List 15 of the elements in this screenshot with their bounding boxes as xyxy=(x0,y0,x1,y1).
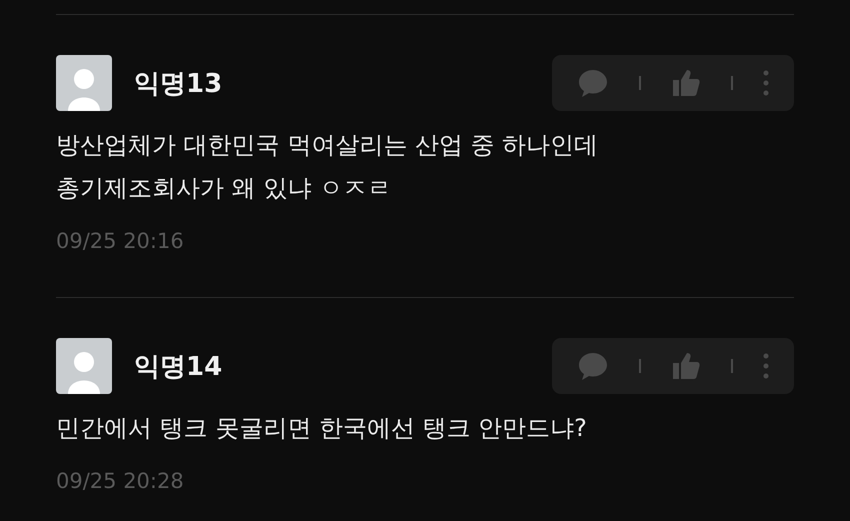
avatar-icon xyxy=(56,55,112,111)
timestamp: 09/25 20:28 xyxy=(56,468,185,495)
comment-text: 방산업체가 대한민국 먹여살리는 산업 중 하나인데 xyxy=(56,130,600,161)
author-name: 익명13 xyxy=(134,68,222,100)
thumbs-up-icon[interactable] xyxy=(671,351,701,381)
timestamp: 09/25 20:16 xyxy=(56,228,185,255)
more-icon[interactable] xyxy=(763,353,769,379)
avatar-icon xyxy=(56,338,112,394)
comment-text: 총기제조회사가 왜 있냐 ㅇㅈㄹ xyxy=(56,173,392,204)
comment-icon[interactable] xyxy=(577,351,609,381)
more-icon[interactable] xyxy=(763,70,769,96)
comment-text: 민간에서 탱크 못굴리면 한국에선 탱크 안만드냐? xyxy=(56,413,588,444)
author-name: 익명14 xyxy=(134,350,222,384)
thumbs-up-icon[interactable] xyxy=(671,68,701,98)
comment-icon[interactable] xyxy=(577,68,609,98)
